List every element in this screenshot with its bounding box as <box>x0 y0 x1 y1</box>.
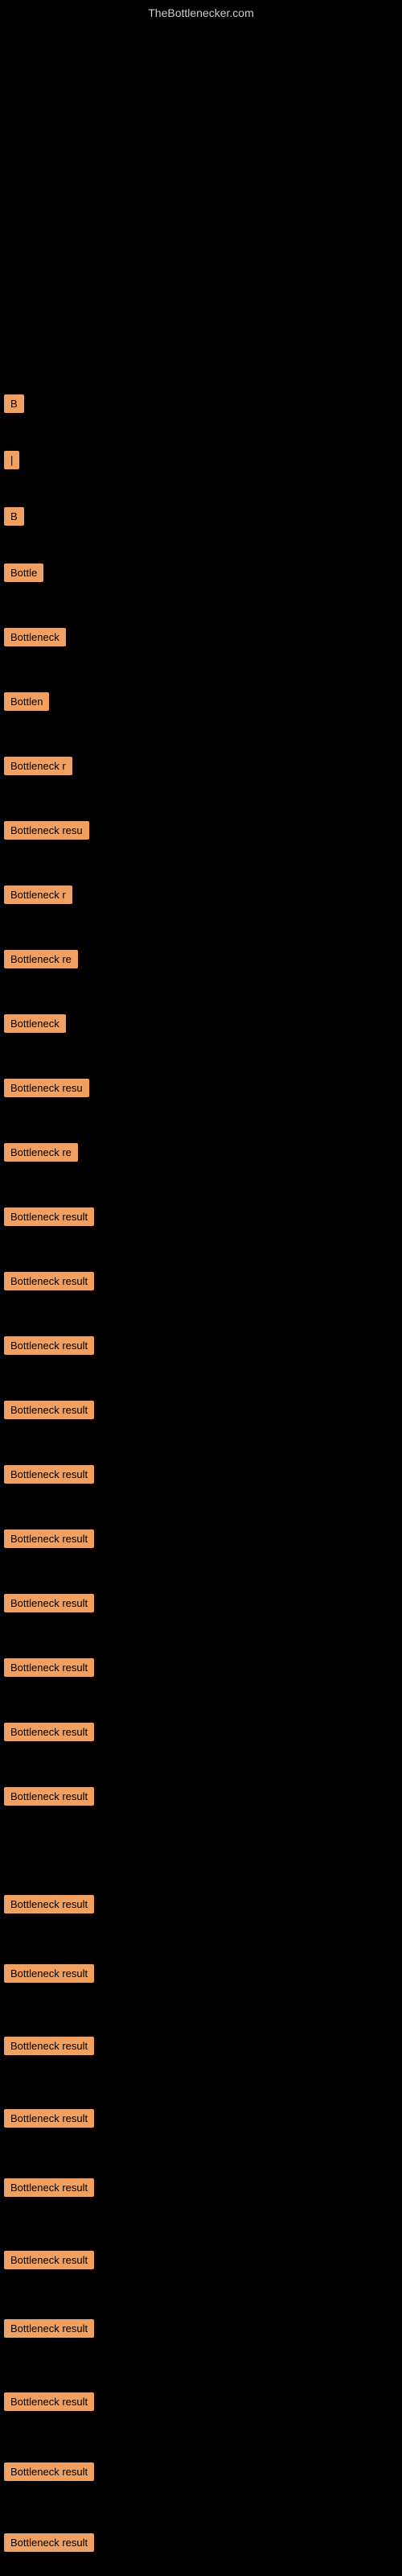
bottleneck-row: Bottleneck resu <box>0 821 402 844</box>
bottleneck-row: Bottleneck result <box>0 1465 402 1488</box>
bottleneck-row: Bottleneck result <box>0 1723 402 1745</box>
bottleneck-label[interactable]: Bottleneck result <box>4 1208 94 1226</box>
bottleneck-label[interactable]: Bottleneck <box>4 1014 66 1033</box>
bottleneck-label[interactable]: Bottle <box>4 564 43 582</box>
bottleneck-row: Bottleneck result <box>0 1208 402 1230</box>
bottleneck-row: Bottleneck result <box>0 1594 402 1616</box>
bottleneck-row: Bottleneck result <box>0 1530 402 1552</box>
bottleneck-label[interactable]: Bottleneck result <box>4 1465 94 1484</box>
bottleneck-label[interactable]: Bottleneck result <box>4 2251 94 2269</box>
bottleneck-row: Bottleneck result <box>0 1787 402 1810</box>
bottleneck-label[interactable]: Bottleneck result <box>4 1272 94 1290</box>
bottleneck-label[interactable]: Bottleneck r <box>4 757 72 775</box>
bottleneck-label[interactable]: Bottleneck result <box>4 1401 94 1419</box>
bottleneck-row: Bottleneck result <box>0 2178 402 2201</box>
bottleneck-row: B <box>0 394 402 417</box>
bottleneck-row: Bottleneck result <box>0 1964 402 1987</box>
bottleneck-row: Bottleneck result <box>0 2109 402 2132</box>
bottleneck-row: Bottleneck result <box>0 1658 402 1681</box>
bottleneck-label[interactable]: Bottleneck re <box>4 950 78 968</box>
bottleneck-row: Bottleneck re <box>0 1143 402 1166</box>
bottleneck-label[interactable]: B <box>4 507 24 526</box>
bottleneck-label[interactable]: Bottleneck result <box>4 2037 94 2055</box>
bottleneck-row: Bottleneck result <box>0 2251 402 2273</box>
bottleneck-row: Bottleneck result <box>0 2392 402 2415</box>
bottleneck-row: Bottleneck result <box>0 1336 402 1359</box>
bottleneck-row: | <box>0 451 402 473</box>
bottleneck-label[interactable]: Bottleneck result <box>4 1964 94 1983</box>
bottleneck-row: B <box>0 507 402 530</box>
bottleneck-label[interactable]: Bottleneck resu <box>4 821 89 840</box>
bottleneck-row: Bottleneck result <box>0 2462 402 2485</box>
bottleneck-row: Bottlen <box>0 692 402 715</box>
bottleneck-label[interactable]: Bottlen <box>4 692 49 711</box>
bottleneck-label[interactable]: Bottleneck result <box>4 2392 94 2411</box>
bottleneck-label[interactable]: Bottleneck re <box>4 1143 78 1162</box>
bottleneck-row: Bottle <box>0 564 402 586</box>
site-title: TheBottlenecker.com <box>148 6 254 19</box>
bottleneck-label[interactable]: Bottleneck resu <box>4 1079 89 1097</box>
bottleneck-label[interactable]: Bottleneck result <box>4 1787 94 1806</box>
bottleneck-label[interactable]: Bottleneck <box>4 628 66 646</box>
bottleneck-label[interactable]: Bottleneck result <box>4 2178 94 2197</box>
bottleneck-label[interactable]: Bottleneck result <box>4 2109 94 2128</box>
bottleneck-row: Bottleneck re <box>0 950 402 972</box>
bottleneck-label[interactable]: | <box>4 451 19 469</box>
bottleneck-label[interactable]: Bottleneck result <box>4 1658 94 1677</box>
bottleneck-row: Bottleneck r <box>0 757 402 779</box>
bottleneck-label[interactable]: Bottleneck result <box>4 2533 94 2552</box>
bottleneck-row: Bottleneck result <box>0 2319 402 2342</box>
bottleneck-row: Bottleneck r <box>0 886 402 908</box>
bottleneck-row: Bottleneck result <box>0 1895 402 1918</box>
bottleneck-label[interactable]: Bottleneck result <box>4 1336 94 1355</box>
bottleneck-label[interactable]: Bottleneck result <box>4 2462 94 2481</box>
bottleneck-label[interactable]: B <box>4 394 24 413</box>
bottleneck-row: Bottleneck result <box>0 1401 402 1423</box>
bottleneck-label[interactable]: Bottleneck r <box>4 886 72 904</box>
bottleneck-row: Bottleneck result <box>0 2037 402 2059</box>
bottleneck-label[interactable]: Bottleneck result <box>4 1530 94 1548</box>
bottleneck-row: Bottleneck resu <box>0 1079 402 1101</box>
bottleneck-row: Bottleneck result <box>0 2533 402 2556</box>
bottleneck-label[interactable]: Bottleneck result <box>4 1895 94 1913</box>
bottleneck-label[interactable]: Bottleneck result <box>4 1723 94 1741</box>
bottleneck-label[interactable]: Bottleneck result <box>4 2319 94 2338</box>
bottleneck-row: Bottleneck <box>0 1014 402 1037</box>
bottleneck-row: Bottleneck <box>0 628 402 650</box>
bottleneck-label[interactable]: Bottleneck result <box>4 1594 94 1612</box>
bottleneck-row: Bottleneck result <box>0 1272 402 1294</box>
